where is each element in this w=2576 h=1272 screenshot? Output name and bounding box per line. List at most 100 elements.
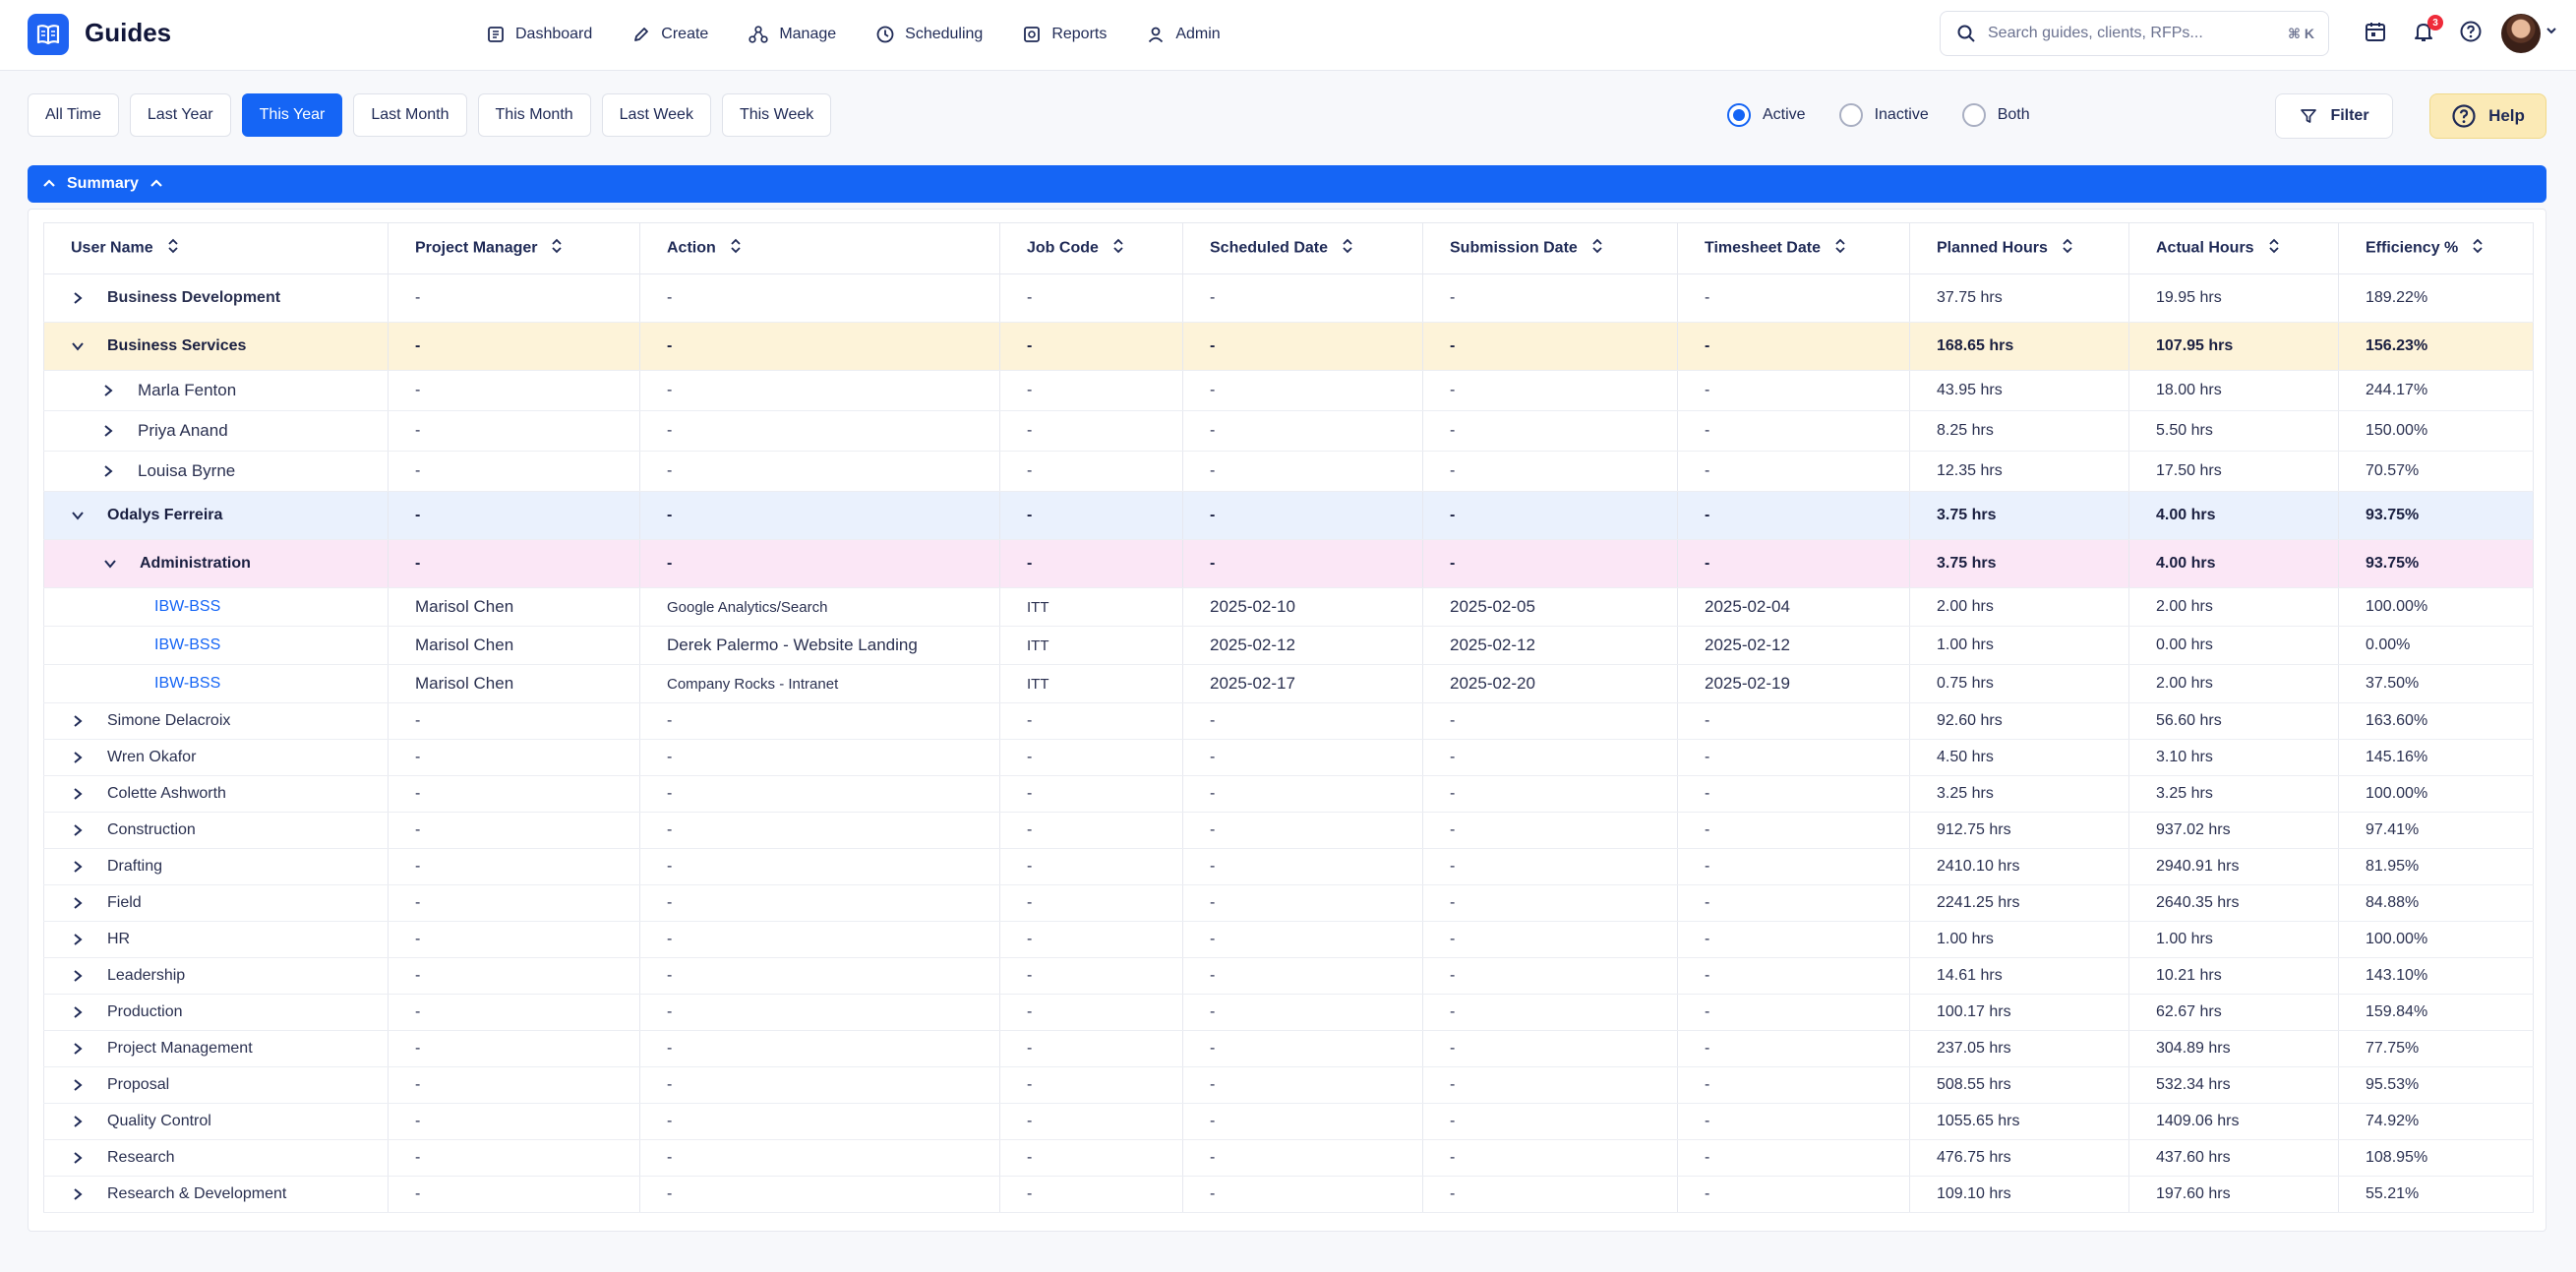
chevron-down-icon[interactable] bbox=[100, 559, 120, 569]
table-row[interactable]: Business Services - - - - - -168.65 hrs 107.95 … bbox=[43, 322, 2534, 371]
table-row[interactable]: Wren Okafor - - - - - -4.50 hrs 3.10 hrs 145.16% bbox=[43, 739, 2534, 776]
nav-dashboard[interactable]: Dashboard bbox=[486, 20, 592, 49]
table-row[interactable]: Simone Delacroix - - - - - -92.60 hrs 56.60 hrs… bbox=[43, 702, 2534, 740]
column-header[interactable]: Job Code bbox=[999, 222, 1183, 274]
column-header[interactable]: Planned Hours bbox=[1909, 222, 2129, 274]
table-row[interactable]: Administration - - - - - -3.75 hrs 4.00 hrs 93.7… bbox=[43, 539, 2534, 588]
filter-button[interactable]: Filter bbox=[2275, 93, 2393, 139]
chevron-down-icon[interactable] bbox=[68, 341, 88, 351]
chevron-down-icon[interactable] bbox=[2546, 26, 2557, 35]
sort-icon[interactable] bbox=[2268, 238, 2280, 259]
sort-icon[interactable] bbox=[551, 238, 563, 259]
chevron-right-icon[interactable] bbox=[68, 969, 88, 983]
nav-manage[interactable]: Manage bbox=[748, 20, 836, 49]
sort-icon[interactable] bbox=[1591, 238, 1603, 259]
guides-logo-icon[interactable] bbox=[28, 14, 69, 55]
radio-button[interactable] bbox=[1961, 103, 1986, 127]
column-header[interactable]: Efficiency % bbox=[2338, 222, 2534, 274]
chevron-right-icon[interactable] bbox=[68, 1042, 88, 1056]
chevron-right-icon[interactable] bbox=[68, 291, 88, 305]
table-row[interactable]: Drafting - - - - - -2410.10 hrs 2940.91 hrs 81.9… bbox=[43, 848, 2534, 885]
nav-reports[interactable]: Reports bbox=[1022, 20, 1107, 49]
job-link[interactable]: IBW-BSS bbox=[154, 675, 220, 693]
table-row[interactable]: IBW-BSS Marisol Chen Company Rocks - Intra… bbox=[43, 664, 2534, 703]
sort-icon[interactable] bbox=[1112, 238, 1124, 259]
table-row[interactable]: Louisa Byrne - - - - - -12.35 hrs 17.50 hrs 70.5… bbox=[43, 451, 2534, 492]
table-row[interactable]: Quality Control - - - - - -1055.65 hrs 1409.06 … bbox=[43, 1103, 2534, 1140]
chevron-right-icon[interactable] bbox=[68, 1115, 88, 1128]
sort-icon[interactable] bbox=[167, 238, 179, 259]
chevron-up-icon[interactable] bbox=[41, 178, 57, 190]
chevron-right-icon[interactable] bbox=[68, 896, 88, 910]
table-row[interactable]: HR - - - - - -1.00 hrs 1.00 hrs 100.00% bbox=[43, 921, 2534, 958]
column-header[interactable]: Timesheet Date bbox=[1677, 222, 1910, 274]
table-row[interactable]: Proposal - - - - - -508.55 hrs 532.34 hrs 95.53% bbox=[43, 1066, 2534, 1104]
chevron-right-icon[interactable] bbox=[68, 714, 88, 728]
chevron-right-icon[interactable] bbox=[98, 384, 118, 397]
column-header[interactable]: User Name bbox=[43, 222, 389, 274]
column-header[interactable]: Actual Hours bbox=[2128, 222, 2339, 274]
summary-collapse-bar[interactable]: Summary bbox=[28, 165, 2546, 203]
column-header[interactable]: Project Manager bbox=[388, 222, 640, 274]
table-row[interactable]: Field - - - - - -2241.25 hrs 2640.35 hrs 84.88% bbox=[43, 884, 2534, 922]
chevron-right-icon[interactable] bbox=[68, 933, 88, 946]
column-header[interactable]: Action bbox=[639, 222, 1000, 274]
chevron-right-icon[interactable] bbox=[68, 1187, 88, 1201]
cell-job: - bbox=[999, 994, 1183, 1031]
chevron-right-icon[interactable] bbox=[68, 1151, 88, 1165]
period-this-week[interactable]: This Week bbox=[721, 93, 832, 137]
chevron-right-icon[interactable] bbox=[68, 751, 88, 764]
calendar-icon[interactable] bbox=[2364, 20, 2387, 43]
nav-scheduling[interactable]: Scheduling bbox=[875, 20, 983, 49]
nav-create[interactable]: Create bbox=[631, 20, 708, 49]
radio-button[interactable] bbox=[1838, 103, 1863, 127]
column-header[interactable]: Scheduled Date bbox=[1182, 222, 1423, 274]
job-link[interactable]: IBW-BSS bbox=[154, 598, 220, 616]
chevron-down-icon[interactable] bbox=[68, 511, 88, 520]
sort-icon[interactable] bbox=[2472, 238, 2484, 259]
table-row[interactable]: Research & Development - - - - - -109.10 hrs 19… bbox=[43, 1176, 2534, 1213]
radio-inactive[interactable]: Inactive bbox=[1838, 103, 1929, 127]
chevron-right-icon[interactable] bbox=[68, 787, 88, 801]
table-row[interactable]: Research - - - - - -476.75 hrs 437.60 hrs 108.95… bbox=[43, 1139, 2534, 1177]
table-row[interactable]: Construction - - - - - -912.75 hrs 937.02 hrs 97… bbox=[43, 812, 2534, 849]
period-last-year[interactable]: Last Year bbox=[129, 93, 231, 137]
table-row[interactable]: Odalys Ferreira - - - - - -3.75 hrs 4.00 hrs 93.… bbox=[43, 491, 2534, 540]
chevron-right-icon[interactable] bbox=[98, 464, 118, 478]
chevron-right-icon[interactable] bbox=[68, 823, 88, 837]
sort-icon[interactable] bbox=[2062, 238, 2073, 259]
chevron-right-icon[interactable] bbox=[68, 1078, 88, 1092]
table-row[interactable]: IBW-BSS Marisol Chen Google Analytics/Sear… bbox=[43, 587, 2534, 627]
table-row[interactable]: IBW-BSS Marisol Chen Derek Palermo - Websi… bbox=[43, 626, 2534, 665]
chevron-right-icon[interactable] bbox=[68, 860, 88, 874]
radio-both[interactable]: Both bbox=[1961, 103, 2030, 127]
chevron-up-icon[interactable] bbox=[149, 178, 164, 190]
nav-admin[interactable]: Admin bbox=[1146, 20, 1221, 49]
table-row[interactable]: Production - - - - - -100.17 hrs 62.67 hrs 159.8… bbox=[43, 994, 2534, 1031]
help-button[interactable]: Help bbox=[2429, 93, 2546, 139]
sort-icon[interactable] bbox=[1834, 238, 1846, 259]
table-row[interactable]: Marla Fenton - - - - - -43.95 hrs 18.00 hrs 244.… bbox=[43, 370, 2534, 411]
period-last-week[interactable]: Last Week bbox=[601, 93, 711, 137]
table-row[interactable]: Business Development - - - - - -37.75 hrs 19.95… bbox=[43, 273, 2534, 323]
sort-icon[interactable] bbox=[730, 238, 742, 259]
period-this-year[interactable]: This Year bbox=[241, 93, 343, 137]
global-search-input[interactable]: Search guides, clients, RFPs... ⌘ K bbox=[1940, 11, 2329, 56]
chevron-right-icon[interactable] bbox=[68, 1005, 88, 1019]
table-row[interactable]: Priya Anand - - - - - -8.25 hrs 5.50 hrs 150.00% bbox=[43, 410, 2534, 452]
period-all-time[interactable]: All Time bbox=[28, 93, 119, 137]
column-header[interactable]: Submission Date bbox=[1422, 222, 1678, 274]
table-row[interactable]: Leadership - - - - - -14.61 hrs 10.21 hrs 143.10… bbox=[43, 957, 2534, 995]
help-circle-icon[interactable] bbox=[2459, 20, 2483, 43]
sort-icon[interactable] bbox=[1342, 238, 1353, 259]
radio-button-selected[interactable] bbox=[1727, 103, 1751, 127]
user-avatar[interactable] bbox=[2501, 14, 2541, 53]
table-row[interactable]: Project Management - - - - - -237.05 hrs 304.89… bbox=[43, 1030, 2534, 1067]
app-brand[interactable]: Guides bbox=[85, 18, 171, 48]
period-this-month[interactable]: This Month bbox=[477, 93, 591, 137]
period-last-month[interactable]: Last Month bbox=[353, 93, 467, 137]
job-link[interactable]: IBW-BSS bbox=[154, 636, 220, 654]
table-row[interactable]: Colette Ashworth - - - - - -3.25 hrs 3.25 hrs 10… bbox=[43, 775, 2534, 813]
chevron-right-icon[interactable] bbox=[98, 424, 118, 438]
radio-active[interactable]: Active bbox=[1727, 103, 1806, 127]
